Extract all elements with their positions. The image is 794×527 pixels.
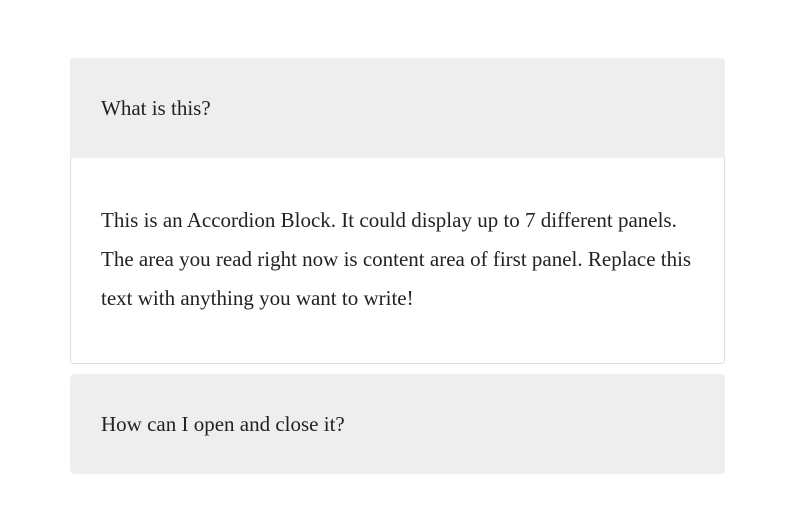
panel-2-header[interactable]: How can I open and close it? <box>70 374 725 474</box>
panel-1-title: What is this? <box>101 95 211 120</box>
accordion-panel-1: What is this? This is an Accordion Block… <box>70 58 725 364</box>
panel-2-title: How can I open and close it? <box>101 411 345 436</box>
panel-1-text: This is an Accordion Block. It could dis… <box>101 208 692 310</box>
panel-1-header[interactable]: What is this? <box>70 58 725 158</box>
accordion: What is this? This is an Accordion Block… <box>70 58 725 484</box>
accordion-panel-2: How can I open and close it? <box>70 374 725 474</box>
panel-1-content: This is an Accordion Block. It could dis… <box>71 158 724 363</box>
